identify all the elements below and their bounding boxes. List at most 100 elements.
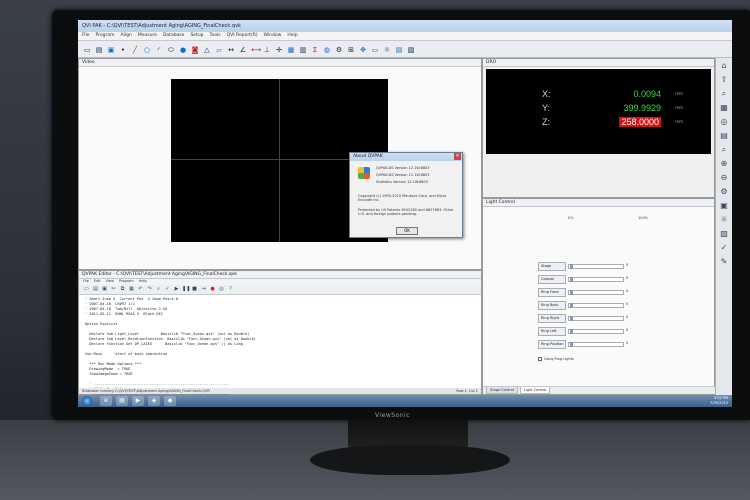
cut-icon[interactable]: ✂	[110, 286, 117, 293]
plane-icon[interactable]: ▱	[214, 44, 224, 54]
circle-icon[interactable]: ○	[142, 44, 152, 54]
open-file-icon[interactable]: ▤	[92, 286, 99, 293]
ruler-icon[interactable]: ▤	[718, 130, 730, 142]
ellipse-icon[interactable]: ⬭	[166, 44, 176, 54]
menu-tools[interactable]: Tools	[210, 33, 221, 39]
new-file-icon[interactable]: ▭	[83, 286, 90, 293]
qvpak-icon[interactable]: ◈	[148, 396, 160, 406]
light-slider[interactable]	[568, 303, 624, 308]
arc-icon[interactable]: ◜	[154, 44, 164, 54]
close-icon[interactable]: ×	[454, 153, 461, 160]
slider-handle[interactable]	[570, 303, 573, 308]
lamp-icon[interactable]: ☼	[718, 214, 730, 226]
media-icon[interactable]: ▶	[132, 396, 144, 406]
up-icon[interactable]: ⇧	[718, 74, 730, 86]
slider-handle[interactable]	[570, 316, 573, 321]
distance-icon[interactable]: ↔	[226, 44, 236, 54]
new-icon[interactable]: ▭	[82, 44, 92, 54]
find-icon[interactable]: ⌕	[155, 286, 162, 293]
slider-handle[interactable]	[570, 264, 573, 269]
light-label[interactable]: Coaxial	[538, 275, 566, 284]
pause-icon[interactable]: ❚❚	[182, 286, 190, 293]
zoom-in-icon[interactable]: ⊕	[718, 158, 730, 170]
light-slider[interactable]	[568, 264, 624, 269]
grid-icon[interactable]: ▦	[718, 102, 730, 114]
checkbox-box[interactable]	[538, 357, 542, 361]
light-slider[interactable]	[568, 316, 624, 321]
other-icon[interactable]: ◆	[164, 396, 176, 406]
menu-window[interactable]: Window	[264, 33, 282, 39]
editor-menu-help[interactable]: Help	[139, 279, 147, 285]
light-slider[interactable]	[568, 277, 624, 282]
save-file-icon[interactable]: ▣	[101, 286, 108, 293]
home-icon[interactable]: ⌂	[718, 60, 730, 72]
menu-file[interactable]: File	[82, 33, 90, 39]
editor-menu-view[interactable]: View	[106, 279, 114, 285]
report-icon[interactable]: ▦	[286, 44, 296, 54]
tab-stage-control[interactable]: Stage Control	[486, 387, 518, 394]
slider-handle[interactable]	[570, 290, 573, 295]
editor-menu-file[interactable]: File	[83, 279, 89, 285]
angle-icon[interactable]: ∠	[238, 44, 248, 54]
copy-icon[interactable]: ⧉	[119, 286, 126, 293]
slider-handle[interactable]	[570, 342, 573, 347]
print-icon[interactable]: ▧	[406, 44, 416, 54]
light-slider[interactable]	[568, 329, 624, 334]
stop-icon[interactable]: ■	[191, 286, 198, 293]
lock-icon[interactable]: ▭	[370, 44, 380, 54]
light-label[interactable]: Ring Position	[538, 340, 566, 349]
menu-measure[interactable]: Measure	[138, 33, 157, 39]
help-icon[interactable]: ?	[227, 286, 234, 293]
save-icon[interactable]: ▣	[106, 44, 116, 54]
light-label[interactable]: Stage	[538, 262, 566, 271]
step-icon[interactable]: ⇥	[200, 286, 207, 293]
menu-align[interactable]: Align	[121, 33, 132, 39]
ok-button[interactable]: OK	[396, 227, 418, 235]
menu-setup[interactable]: Setup	[190, 33, 203, 39]
light-icon[interactable]: ☼	[382, 44, 392, 54]
focus-icon[interactable]: ◎	[718, 116, 730, 128]
slider-handle[interactable]	[570, 329, 573, 334]
slider-handle[interactable]	[570, 277, 573, 282]
pencil-icon[interactable]: ✎	[718, 256, 730, 268]
folder-icon[interactable]: ▤	[116, 396, 128, 406]
paste-icon[interactable]: ▦	[128, 286, 135, 293]
cylinder-icon[interactable]: ◙	[190, 44, 200, 54]
open-icon[interactable]: ▤	[94, 44, 104, 54]
menu-program[interactable]: Program	[96, 33, 115, 39]
folder-icon[interactable]: ▤	[394, 44, 404, 54]
stats-icon[interactable]: ▥	[298, 44, 308, 54]
check-icon[interactable]: ✓	[718, 242, 730, 254]
settings-icon[interactable]: ⚙	[718, 186, 730, 198]
line-icon[interactable]: ╱	[130, 44, 140, 54]
watch-icon[interactable]: ◎	[218, 286, 225, 293]
light-slider[interactable]	[568, 290, 624, 295]
lens-icon[interactable]: ◍	[322, 44, 332, 54]
ie-icon[interactable]: e	[100, 396, 112, 406]
run-icon[interactable]: ▶	[173, 286, 180, 293]
editor-menu-edit[interactable]: Edit	[94, 279, 101, 285]
menu-database[interactable]: Database	[163, 33, 184, 39]
light-label[interactable]: Ring Front	[538, 288, 566, 297]
gage-icon[interactable]: ⊥	[262, 44, 272, 54]
cone-icon[interactable]: △	[202, 44, 212, 54]
menu-qvi-report[interactable]: QVI Report(R)	[227, 33, 258, 39]
breakpoint-icon[interactable]: ●	[209, 286, 216, 293]
redo-icon[interactable]: ↷	[146, 286, 153, 293]
menu-help[interactable]: Help	[287, 33, 297, 39]
light-label[interactable]: Ring Back	[538, 301, 566, 310]
light-label[interactable]: Ring Left	[538, 327, 566, 336]
check-icon[interactable]: ✓	[164, 286, 171, 293]
camera-icon[interactable]: ▣	[718, 200, 730, 212]
align-icon[interactable]: ⊞	[346, 44, 356, 54]
point-icon[interactable]: •	[118, 44, 128, 54]
light-slider[interactable]	[568, 342, 624, 347]
sigma-icon[interactable]: Σ	[310, 44, 320, 54]
zoom-out-icon[interactable]: ⊖	[718, 172, 730, 184]
tool-icon[interactable]: ⚙	[334, 44, 344, 54]
map-icon[interactable]: ▧	[718, 228, 730, 240]
undo-icon[interactable]: ↶	[137, 286, 144, 293]
width-icon[interactable]: ⟷	[250, 44, 261, 54]
zoom-icon[interactable]: ⌕	[718, 88, 730, 100]
search-icon[interactable]: ⌕	[718, 144, 730, 156]
